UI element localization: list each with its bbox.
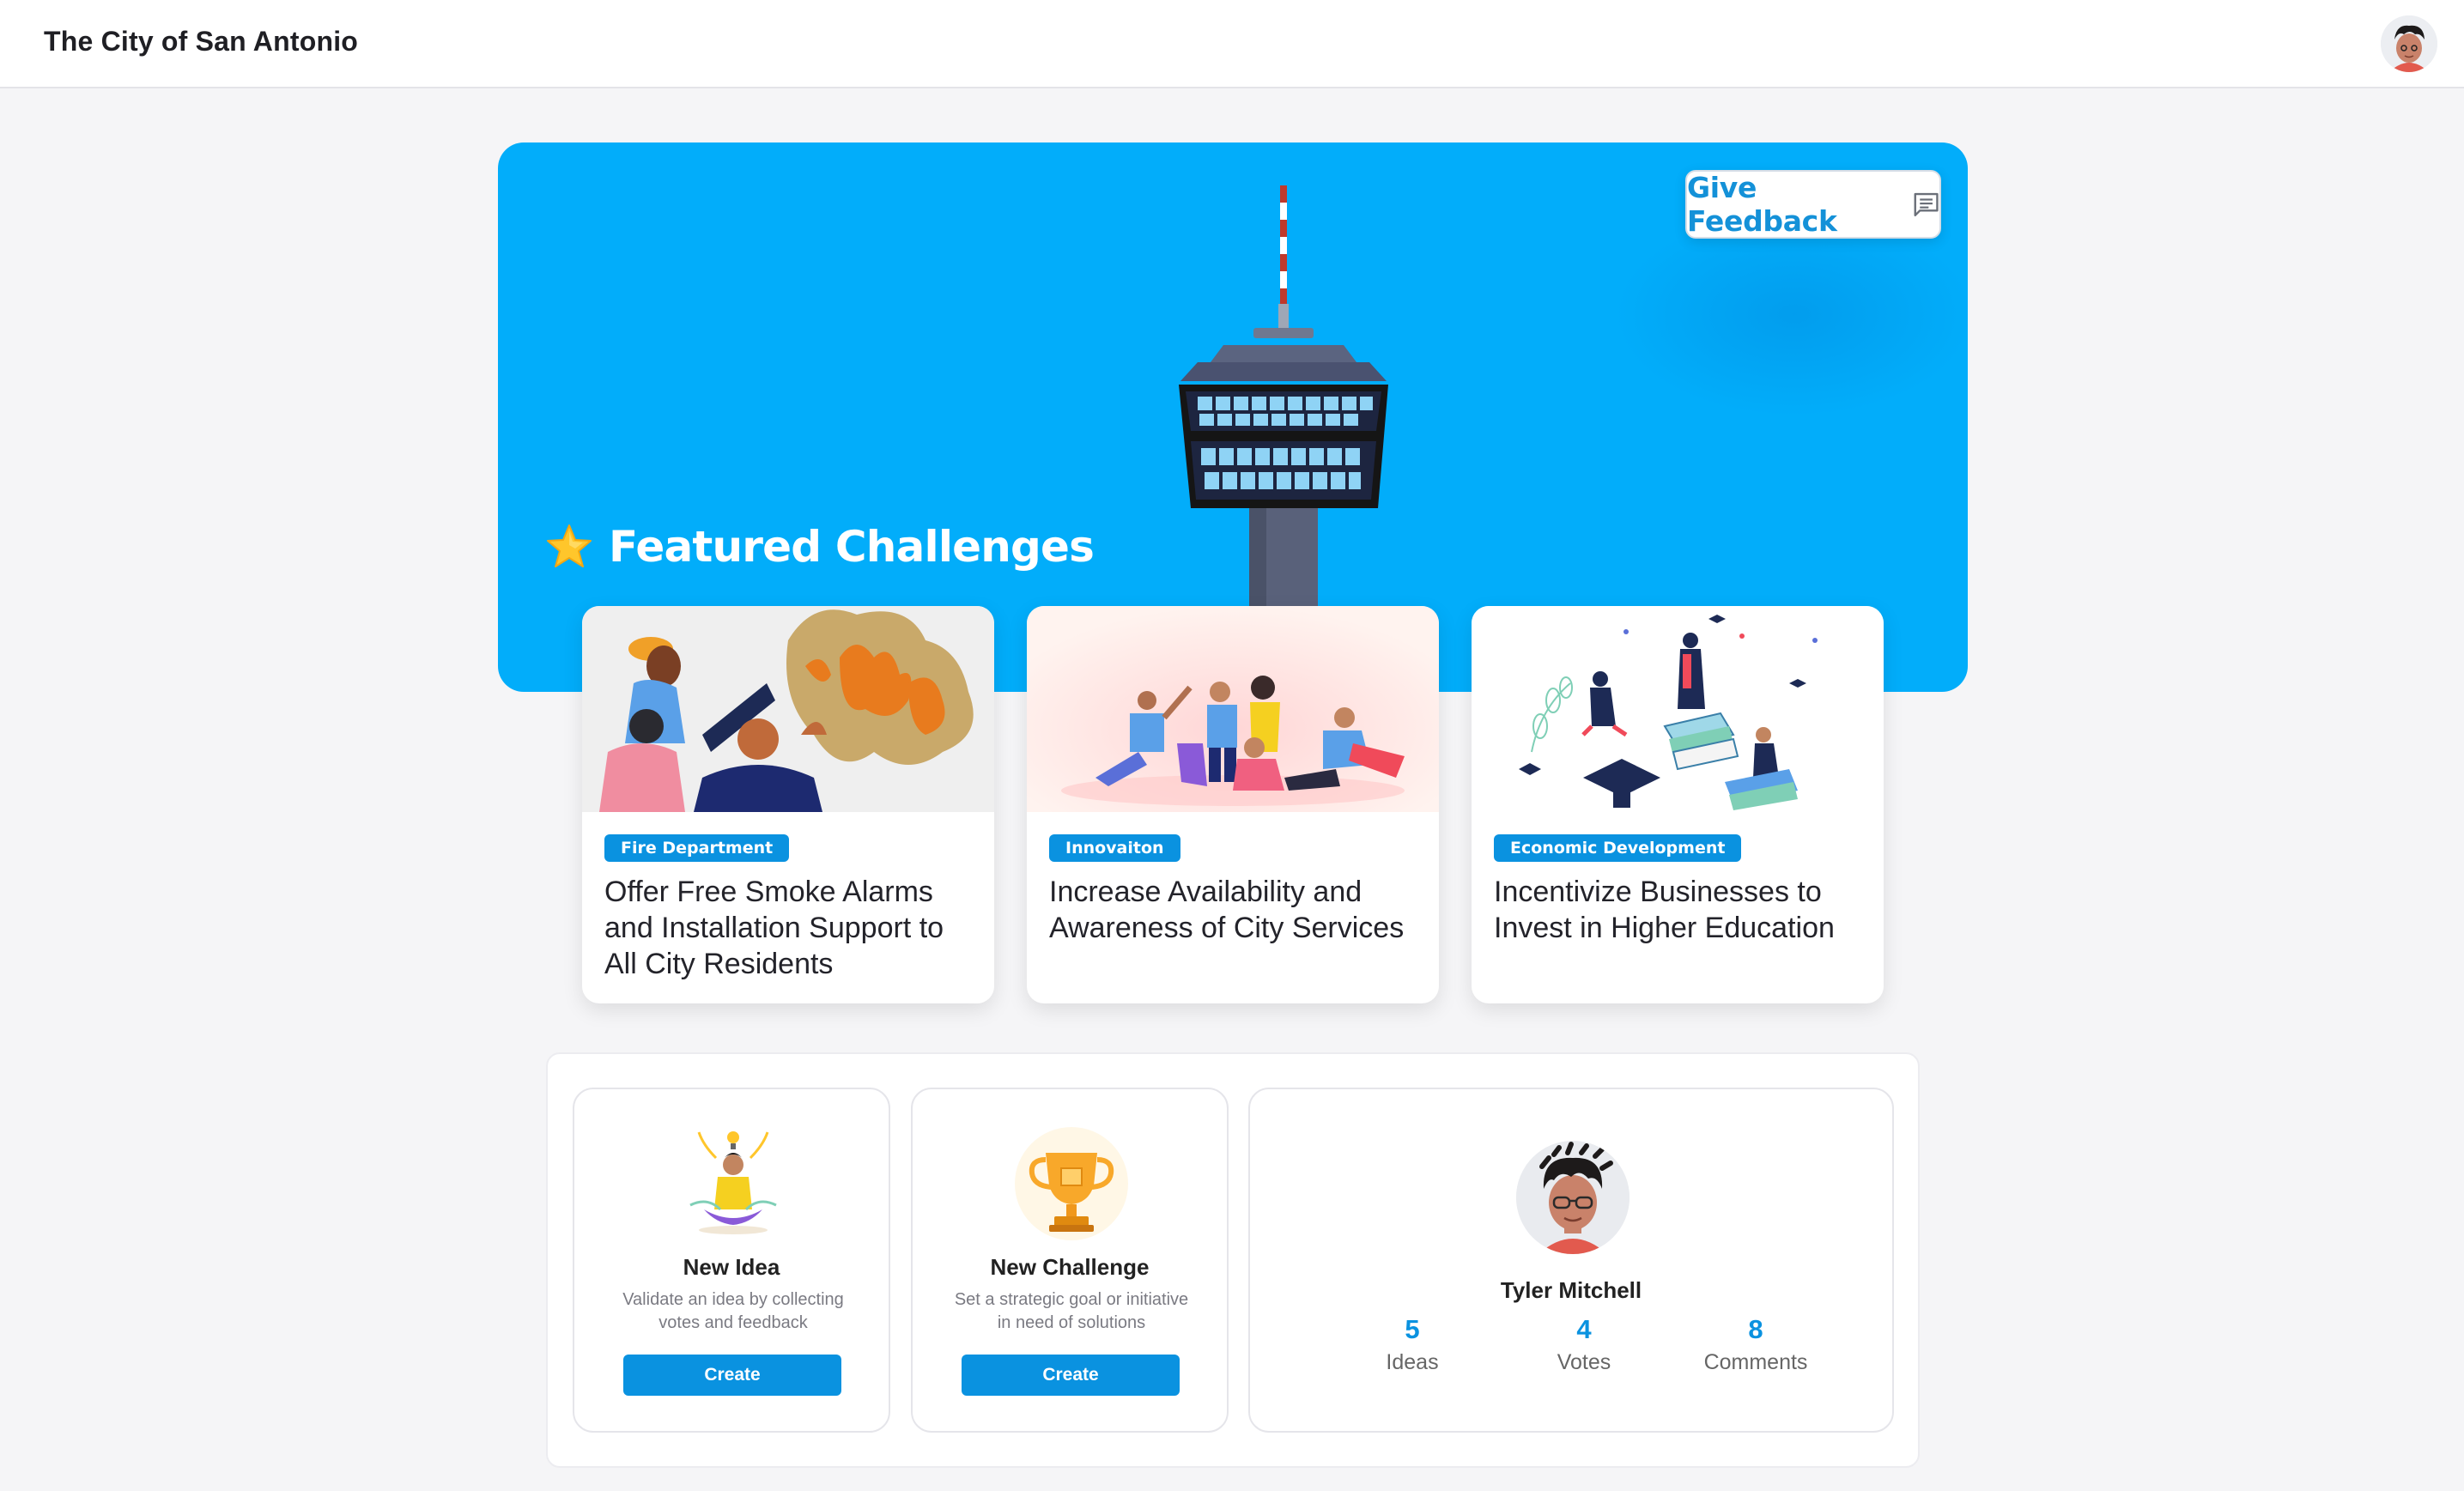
comments-stat[interactable]: 8 Comments	[1670, 1314, 1842, 1375]
category-badge: Innovaiton	[1049, 834, 1180, 862]
challenge-card-innovation[interactable]: Innovaiton Increase Availability and Awa…	[1027, 606, 1439, 1003]
trophy-icon	[1015, 1127, 1128, 1240]
challenge-card-fire-department[interactable]: Fire Department Offer Free Smoke Alarms …	[582, 606, 994, 1003]
comments-label: Comments	[1703, 1350, 1808, 1374]
create-challenge-button[interactable]: Create	[962, 1355, 1180, 1396]
ideas-count: 5	[1405, 1314, 1420, 1344]
featured-challenges-title: Featured Challenges	[609, 522, 1095, 572]
challenge-title[interactable]: Incentivize Businesses to Invest in High…	[1494, 874, 1872, 946]
challenge-title[interactable]: Offer Free Smoke Alarms and Installation…	[604, 874, 982, 982]
firefighters-illustration	[582, 606, 994, 812]
new-challenge-card: New Challenge Set a strategic goal or in…	[911, 1088, 1229, 1433]
comment-icon	[1914, 192, 1939, 217]
votes-label: Votes	[1557, 1350, 1611, 1374]
profile-avatar-icon[interactable]	[1516, 1141, 1630, 1254]
profile-name: Tyler Mitchell	[1500, 1277, 1642, 1303]
hero-glow-decoration	[1614, 211, 1968, 417]
star-icon	[547, 524, 592, 567]
team-illustration	[1027, 606, 1439, 812]
user-avatar-icon[interactable]	[2381, 15, 2437, 72]
comments-count: 8	[1748, 1314, 1763, 1344]
new-idea-description: Validate an idea by collecting votes and…	[622, 1290, 844, 1332]
app-title[interactable]: The City of San Antonio	[44, 26, 358, 58]
give-feedback-button[interactable]: Give Feedback	[1685, 170, 1941, 239]
new-idea-title: New Idea	[683, 1254, 780, 1280]
ideas-stat[interactable]: 5 Ideas	[1326, 1314, 1498, 1375]
new-idea-card: New Idea Validate an idea by collecting …	[573, 1088, 890, 1433]
votes-count: 4	[1576, 1314, 1592, 1344]
ideas-label: Ideas	[1386, 1350, 1439, 1374]
challenge-title[interactable]: Increase Availability and Awareness of C…	[1049, 874, 1427, 946]
new-challenge-description: Set a strategic goal or initiative in ne…	[954, 1290, 1189, 1332]
category-badge: Fire Department	[604, 834, 790, 862]
votes-stat[interactable]: 4 Votes	[1498, 1314, 1670, 1375]
give-feedback-label: Give Feedback	[1687, 171, 1837, 238]
top-navigation-bar: The City of San Antonio	[0, 0, 2464, 88]
lotus-idea-icon	[689, 1131, 777, 1234]
category-badge: Economic Development	[1494, 834, 1742, 862]
featured-challenges-heading: Featured Challenges	[545, 522, 1095, 572]
graduation-illustration	[1472, 606, 1884, 812]
challenge-card-economic-development[interactable]: Economic Development Incentivize Busines…	[1472, 606, 1884, 1003]
user-profile-card: Tyler Mitchell 5 Ideas 4 Votes 8 Comment…	[1248, 1088, 1894, 1433]
create-idea-button[interactable]: Create	[623, 1355, 841, 1396]
new-challenge-title: New Challenge	[990, 1254, 1150, 1280]
